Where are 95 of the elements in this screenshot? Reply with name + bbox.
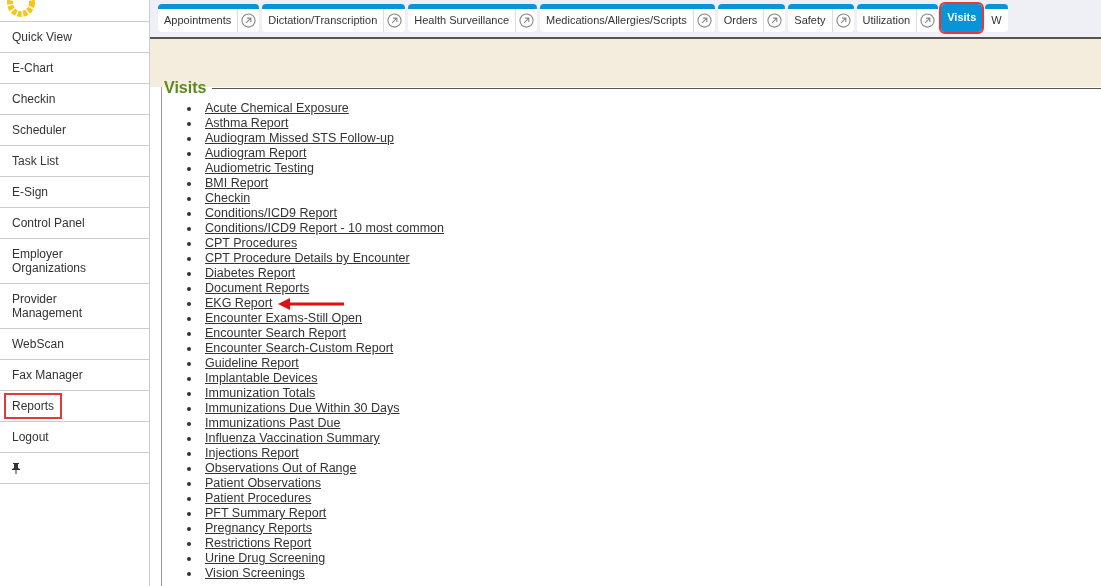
report-link[interactable]: PFT Summary Report [205, 506, 327, 521]
tab[interactable]: Safety [788, 4, 854, 32]
bullet-icon [187, 556, 191, 561]
report-link[interactable]: Patient Observations [205, 476, 322, 491]
bullet-icon [187, 571, 191, 576]
external-link-icon[interactable] [835, 13, 851, 28]
report-link[interactable]: Pregnancy Reports [205, 521, 312, 536]
external-link-icon[interactable] [241, 13, 257, 28]
sidebar-item[interactable]: Control Panel [6, 212, 128, 234]
section-title: Visits [163, 78, 208, 98]
report-link[interactable]: EKG Report [205, 296, 273, 311]
bullet-icon [187, 301, 191, 306]
tab[interactable]: Medications/Allergies/Scripts [540, 4, 715, 32]
bullet-icon [187, 271, 191, 276]
bullet-icon [187, 361, 191, 366]
sidebar-item[interactable]: Checkin [6, 88, 128, 110]
pin-icon[interactable] [12, 462, 20, 474]
report-link[interactable]: Vision Screenings [205, 566, 305, 581]
bullet-icon [187, 241, 191, 246]
report-link[interactable]: Immunization Totals [205, 386, 316, 401]
report-link[interactable]: Audiogram Missed STS Follow-up [205, 131, 394, 146]
bullet-icon [187, 376, 191, 381]
report-link[interactable]: Patient Procedures [205, 491, 312, 506]
external-link-icon[interactable] [387, 13, 403, 28]
report-link[interactable]: Immunizations Due Within 30 Days [205, 401, 400, 416]
sidebar-item[interactable]: Task List [6, 150, 128, 172]
report-link[interactable]: Influenza Vaccination Summary [205, 431, 380, 446]
sidebar-item[interactable]: Fax Manager [6, 364, 128, 386]
external-link-icon[interactable] [767, 13, 783, 28]
external-link-icon[interactable] [519, 13, 535, 28]
report-link[interactable]: Diabetes Report [205, 266, 296, 281]
report-link[interactable]: Acute Chemical Exposure [205, 101, 349, 116]
bullet-icon [187, 196, 191, 201]
tab[interactable]: Orders [717, 4, 786, 32]
report-link[interactable]: Urine Drug Screening [205, 551, 326, 566]
bullet-icon [187, 211, 191, 216]
bullet-icon [187, 481, 191, 486]
bullet-icon [187, 526, 191, 531]
tab[interactable]: Health Surveillance [408, 4, 538, 32]
bullet-icon [187, 316, 191, 321]
bullet-icon [187, 121, 191, 126]
bullet-icon [187, 166, 191, 171]
bullet-icon [187, 346, 191, 351]
bullet-icon [187, 226, 191, 231]
report-link[interactable]: Encounter Search Report [205, 326, 347, 341]
bullet-icon [187, 421, 191, 426]
tab[interactable]: Appointments [158, 4, 260, 32]
report-link[interactable]: Observations Out of Range [205, 461, 357, 476]
report-link[interactable]: Document Reports [205, 281, 310, 296]
report-link[interactable]: Immunizations Past Due [205, 416, 341, 431]
sidebar-item[interactable]: Logout [6, 426, 128, 448]
tab[interactable]: Dictation/Transcription [262, 4, 406, 32]
report-link[interactable]: CPT Procedures [205, 236, 298, 251]
report-link[interactable]: Asthma Report [205, 116, 289, 131]
sidebar-item[interactable]: Reports [6, 395, 61, 417]
sidebar-item[interactable]: E-Sign [6, 181, 128, 203]
sidebar-item[interactable]: WebScan [6, 333, 128, 355]
report-link[interactable]: Implantable Devices [205, 371, 318, 386]
bullet-icon [187, 106, 191, 111]
bullet-icon [187, 151, 191, 156]
report-link[interactable]: Audiometric Testing [205, 161, 314, 176]
bullet-icon [187, 451, 191, 456]
sidebar-item[interactable]: Employer Organizations [6, 243, 128, 279]
report-link[interactable]: Guideline Report [205, 356, 299, 371]
sidebar-item[interactable]: Provider Management [6, 288, 128, 324]
bullet-icon [187, 181, 191, 186]
report-link[interactable]: Conditions/ICD9 Report - 10 most common [205, 221, 444, 236]
tab[interactable]: W [985, 4, 1008, 32]
arrow-icon [278, 297, 345, 310]
bullet-icon [187, 511, 191, 516]
bullet-icon [187, 256, 191, 261]
bullet-icon [187, 436, 191, 441]
report-link[interactable]: CPT Procedure Details by Encounter [205, 251, 410, 266]
report-link[interactable]: Checkin [205, 191, 251, 206]
sidebar-item[interactable]: Scheduler [6, 119, 128, 141]
bullet-icon [187, 496, 191, 501]
report-link[interactable]: Encounter Search-Custom Report [205, 341, 394, 356]
sidebar-item[interactable]: E-Chart [6, 57, 128, 79]
external-link-icon[interactable] [696, 13, 712, 28]
report-link[interactable]: BMI Report [205, 176, 269, 191]
report-link[interactable]: Conditions/ICD9 Report [205, 206, 337, 221]
bullet-icon [187, 286, 191, 291]
sidebar-item[interactable]: Quick View [6, 26, 128, 48]
bullet-icon [187, 136, 191, 141]
report-link[interactable]: Restrictions Report [205, 536, 312, 551]
bullet-icon [187, 541, 191, 546]
bullet-icon [187, 406, 191, 411]
bullet-icon [187, 466, 191, 471]
tab[interactable]: Utilization [856, 4, 939, 32]
bullet-icon [187, 391, 191, 396]
report-link[interactable]: Injections Report [205, 446, 299, 461]
report-link[interactable]: Encounter Exams-Still Open [205, 311, 362, 326]
external-link-icon[interactable] [920, 13, 936, 28]
bullet-icon [187, 331, 191, 336]
report-link[interactable]: Audiogram Report [205, 146, 307, 161]
